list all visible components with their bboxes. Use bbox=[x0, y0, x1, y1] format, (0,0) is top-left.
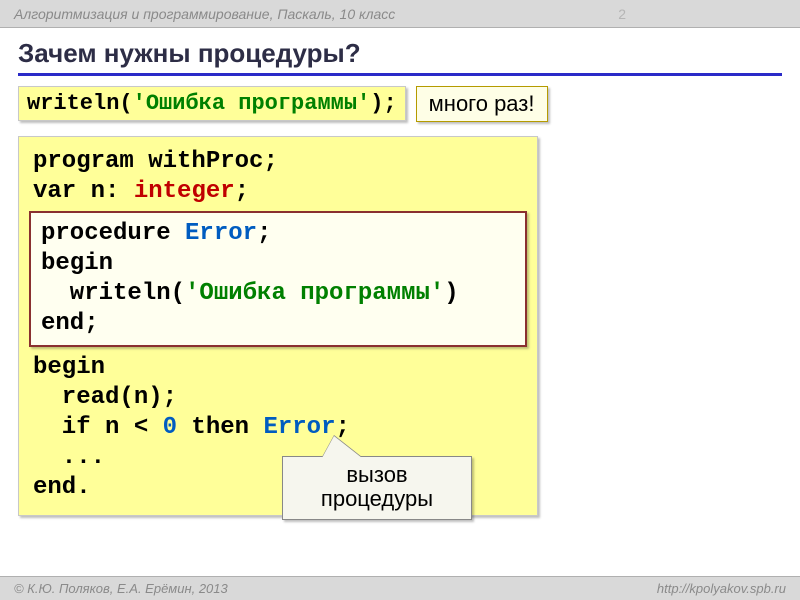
code-text: ) bbox=[444, 280, 458, 307]
copyright: © К.Ю. Поляков, Е.А. Ерёмин, 2013 bbox=[14, 581, 228, 596]
code-string: 'Ошибка программы' bbox=[133, 91, 371, 116]
code-number: 0 bbox=[163, 414, 177, 441]
code-text: procedure bbox=[41, 220, 185, 247]
callout-procedure-call: вызов процедуры bbox=[282, 456, 472, 520]
code-procname: Error bbox=[185, 220, 257, 247]
code-text: then bbox=[177, 414, 263, 441]
callout-line: вызов bbox=[346, 462, 407, 487]
callout-tail-icon bbox=[322, 436, 362, 458]
code-text: begin bbox=[41, 250, 113, 277]
code-text: writeln( bbox=[27, 91, 133, 116]
code-text: ; bbox=[263, 148, 277, 175]
footer-url: http://kpolyakov.spb.ru bbox=[657, 581, 786, 596]
slide-heading: Зачем нужны процедуры? bbox=[0, 28, 800, 73]
intro-row: writeln('Ошибка программы'); много раз! bbox=[0, 86, 800, 122]
code-text: ); bbox=[370, 91, 396, 116]
procedure-definition-box: procedure Error; begin writeln('Ошибка п… bbox=[29, 211, 527, 347]
code-string: 'Ошибка программы' bbox=[185, 280, 444, 307]
top-bar: Алгоритмизация и программирование, Паска… bbox=[0, 0, 800, 28]
code-text: writeln( bbox=[41, 280, 185, 307]
top-title: Алгоритмизация и программирование, Паска… bbox=[14, 6, 395, 22]
callout-line: процедуры bbox=[321, 486, 433, 511]
callout-many-times: много раз! bbox=[416, 86, 548, 122]
code-text: ; bbox=[235, 178, 249, 205]
footer-bar: © К.Ю. Поляков, Е.А. Ерёмин, 2013 http:/… bbox=[0, 576, 800, 600]
callout-bubble: вызов процедуры bbox=[282, 456, 472, 520]
page-number: 2 bbox=[618, 6, 786, 22]
heading-rule bbox=[18, 73, 782, 76]
code-text: ; bbox=[257, 220, 271, 247]
code-text: end; bbox=[41, 310, 99, 337]
code-text: end. bbox=[33, 474, 91, 501]
code-text: program bbox=[33, 148, 148, 175]
code-type: integer bbox=[134, 178, 235, 205]
code-text: begin bbox=[33, 354, 105, 381]
code-text: read(n); bbox=[33, 384, 177, 411]
code-text: ... bbox=[33, 444, 105, 471]
code-text: withProc bbox=[148, 148, 263, 175]
code-text: var n: bbox=[33, 178, 134, 205]
code-text: if n < bbox=[33, 414, 163, 441]
inline-code: writeln('Ошибка программы'); bbox=[18, 86, 406, 121]
